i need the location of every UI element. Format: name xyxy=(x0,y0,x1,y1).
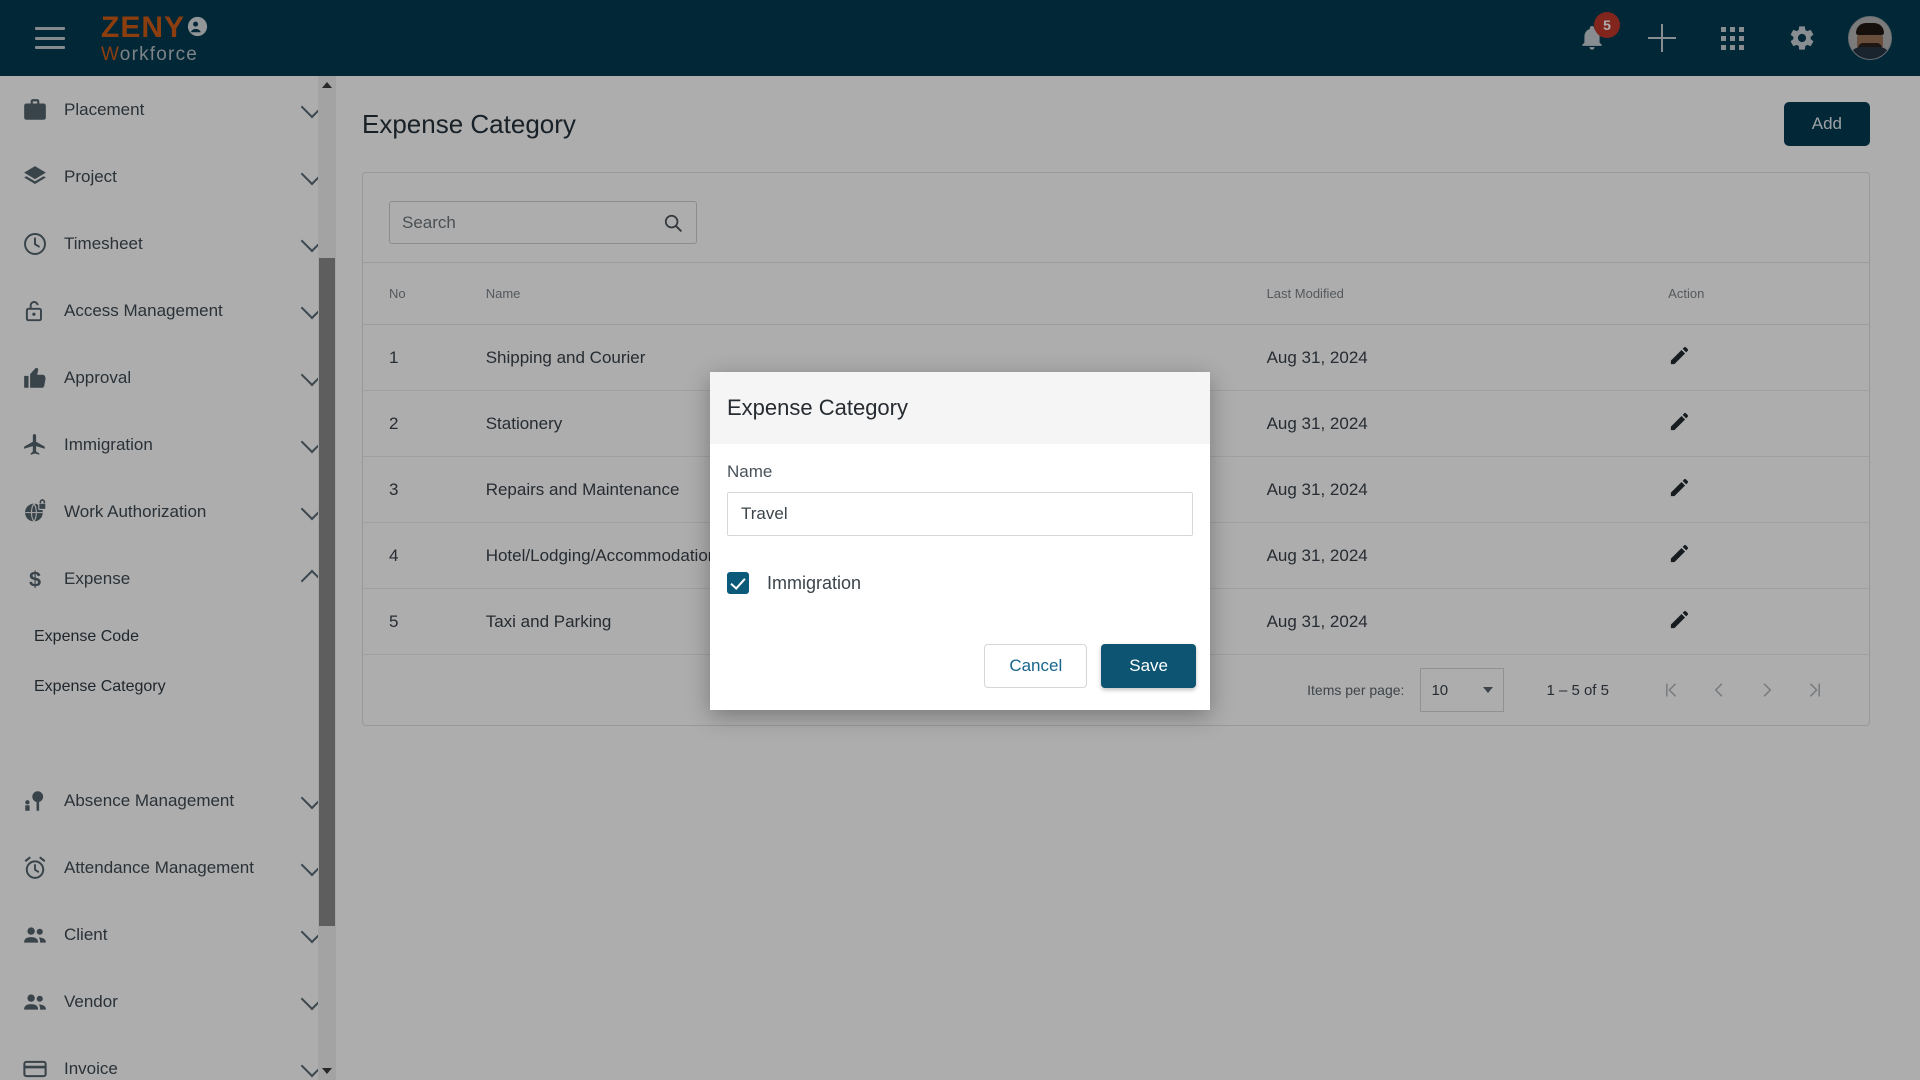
dialog-header: Expense Category xyxy=(710,372,1210,444)
name-field-label: Name xyxy=(727,462,773,481)
dialog-body: Name Immigration xyxy=(710,444,1210,644)
expense-category-dialog: Expense Category Name Immigration Cancel… xyxy=(710,372,1210,710)
dialog-actions: Cancel Save xyxy=(710,644,1210,710)
dialog-title: Expense Category xyxy=(727,395,908,420)
name-field[interactable] xyxy=(727,492,1193,536)
save-button[interactable]: Save xyxy=(1101,644,1196,688)
immigration-checkbox[interactable] xyxy=(727,572,749,594)
cancel-button[interactable]: Cancel xyxy=(984,644,1088,688)
immigration-checkbox-row[interactable]: Immigration xyxy=(727,572,1193,594)
immigration-checkbox-label: Immigration xyxy=(767,572,862,593)
app-root: ZENY Workforce 5 Placement Project Times… xyxy=(0,0,1920,1080)
